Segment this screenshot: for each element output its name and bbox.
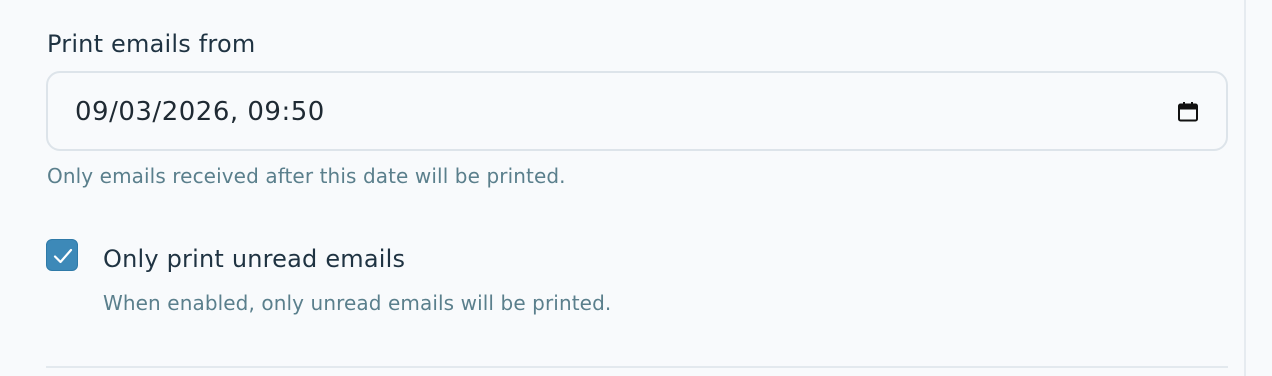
unread-only-label[interactable]: Only print unread emails xyxy=(103,243,405,275)
checkmark-icon xyxy=(53,248,73,264)
panel-right-border xyxy=(1244,0,1246,376)
print-from-datetime-value[interactable]: 09/03/2026, 09:50 xyxy=(75,95,325,129)
settings-panel: Print emails from 09/03/2026, 09:50 Only… xyxy=(0,0,1272,376)
print-from-label: Print emails from xyxy=(47,30,256,58)
unread-only-checkbox[interactable] xyxy=(46,239,78,271)
calendar-icon[interactable] xyxy=(1176,100,1200,124)
print-from-datetime-input[interactable]: 09/03/2026, 09:50 xyxy=(46,71,1228,151)
section-divider xyxy=(46,366,1228,368)
unread-only-helper-text: When enabled, only unread emails will be… xyxy=(103,291,612,315)
print-from-helper-text: Only emails received after this date wil… xyxy=(47,164,566,188)
